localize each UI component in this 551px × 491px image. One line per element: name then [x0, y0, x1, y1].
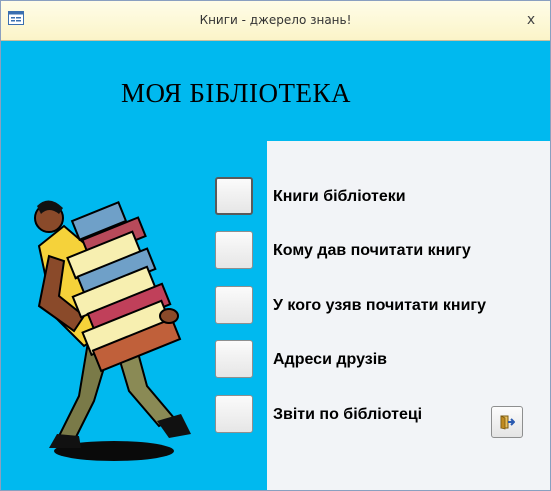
menu-label-reports[interactable]: Звіти по бібліотеці: [273, 406, 422, 424]
exit-door-icon: [500, 415, 515, 430]
page-title: МОЯ БІБЛІОТЕКА: [121, 78, 351, 108]
close-button[interactable]: x: [522, 11, 540, 29]
borrowed-books-button[interactable]: [215, 286, 253, 324]
man-carrying-books-illustration: [34, 200, 191, 461]
books-button[interactable]: [215, 177, 253, 215]
menu-label-books[interactable]: Книги бібліотеки: [273, 188, 406, 206]
reports-button[interactable]: [215, 395, 253, 433]
window-title: Книги - джерело знань!: [199, 13, 352, 27]
exit-button[interactable]: [491, 406, 523, 438]
menu-label-lent-books[interactable]: Кому дав почитати книгу: [273, 242, 471, 260]
menu-label-friends-addresses[interactable]: Адреси друзів: [273, 351, 387, 369]
title-bar: Книги - джерело знань! x: [1, 1, 550, 41]
friends-addresses-button[interactable]: [215, 340, 253, 378]
menu-label-borrowed-books[interactable]: У кого узяв почитати книгу: [273, 297, 486, 315]
lent-books-button[interactable]: [215, 231, 253, 269]
app-window: Книги - джерело знань! x МОЯ БІБЛІОТЕКА: [0, 0, 551, 491]
